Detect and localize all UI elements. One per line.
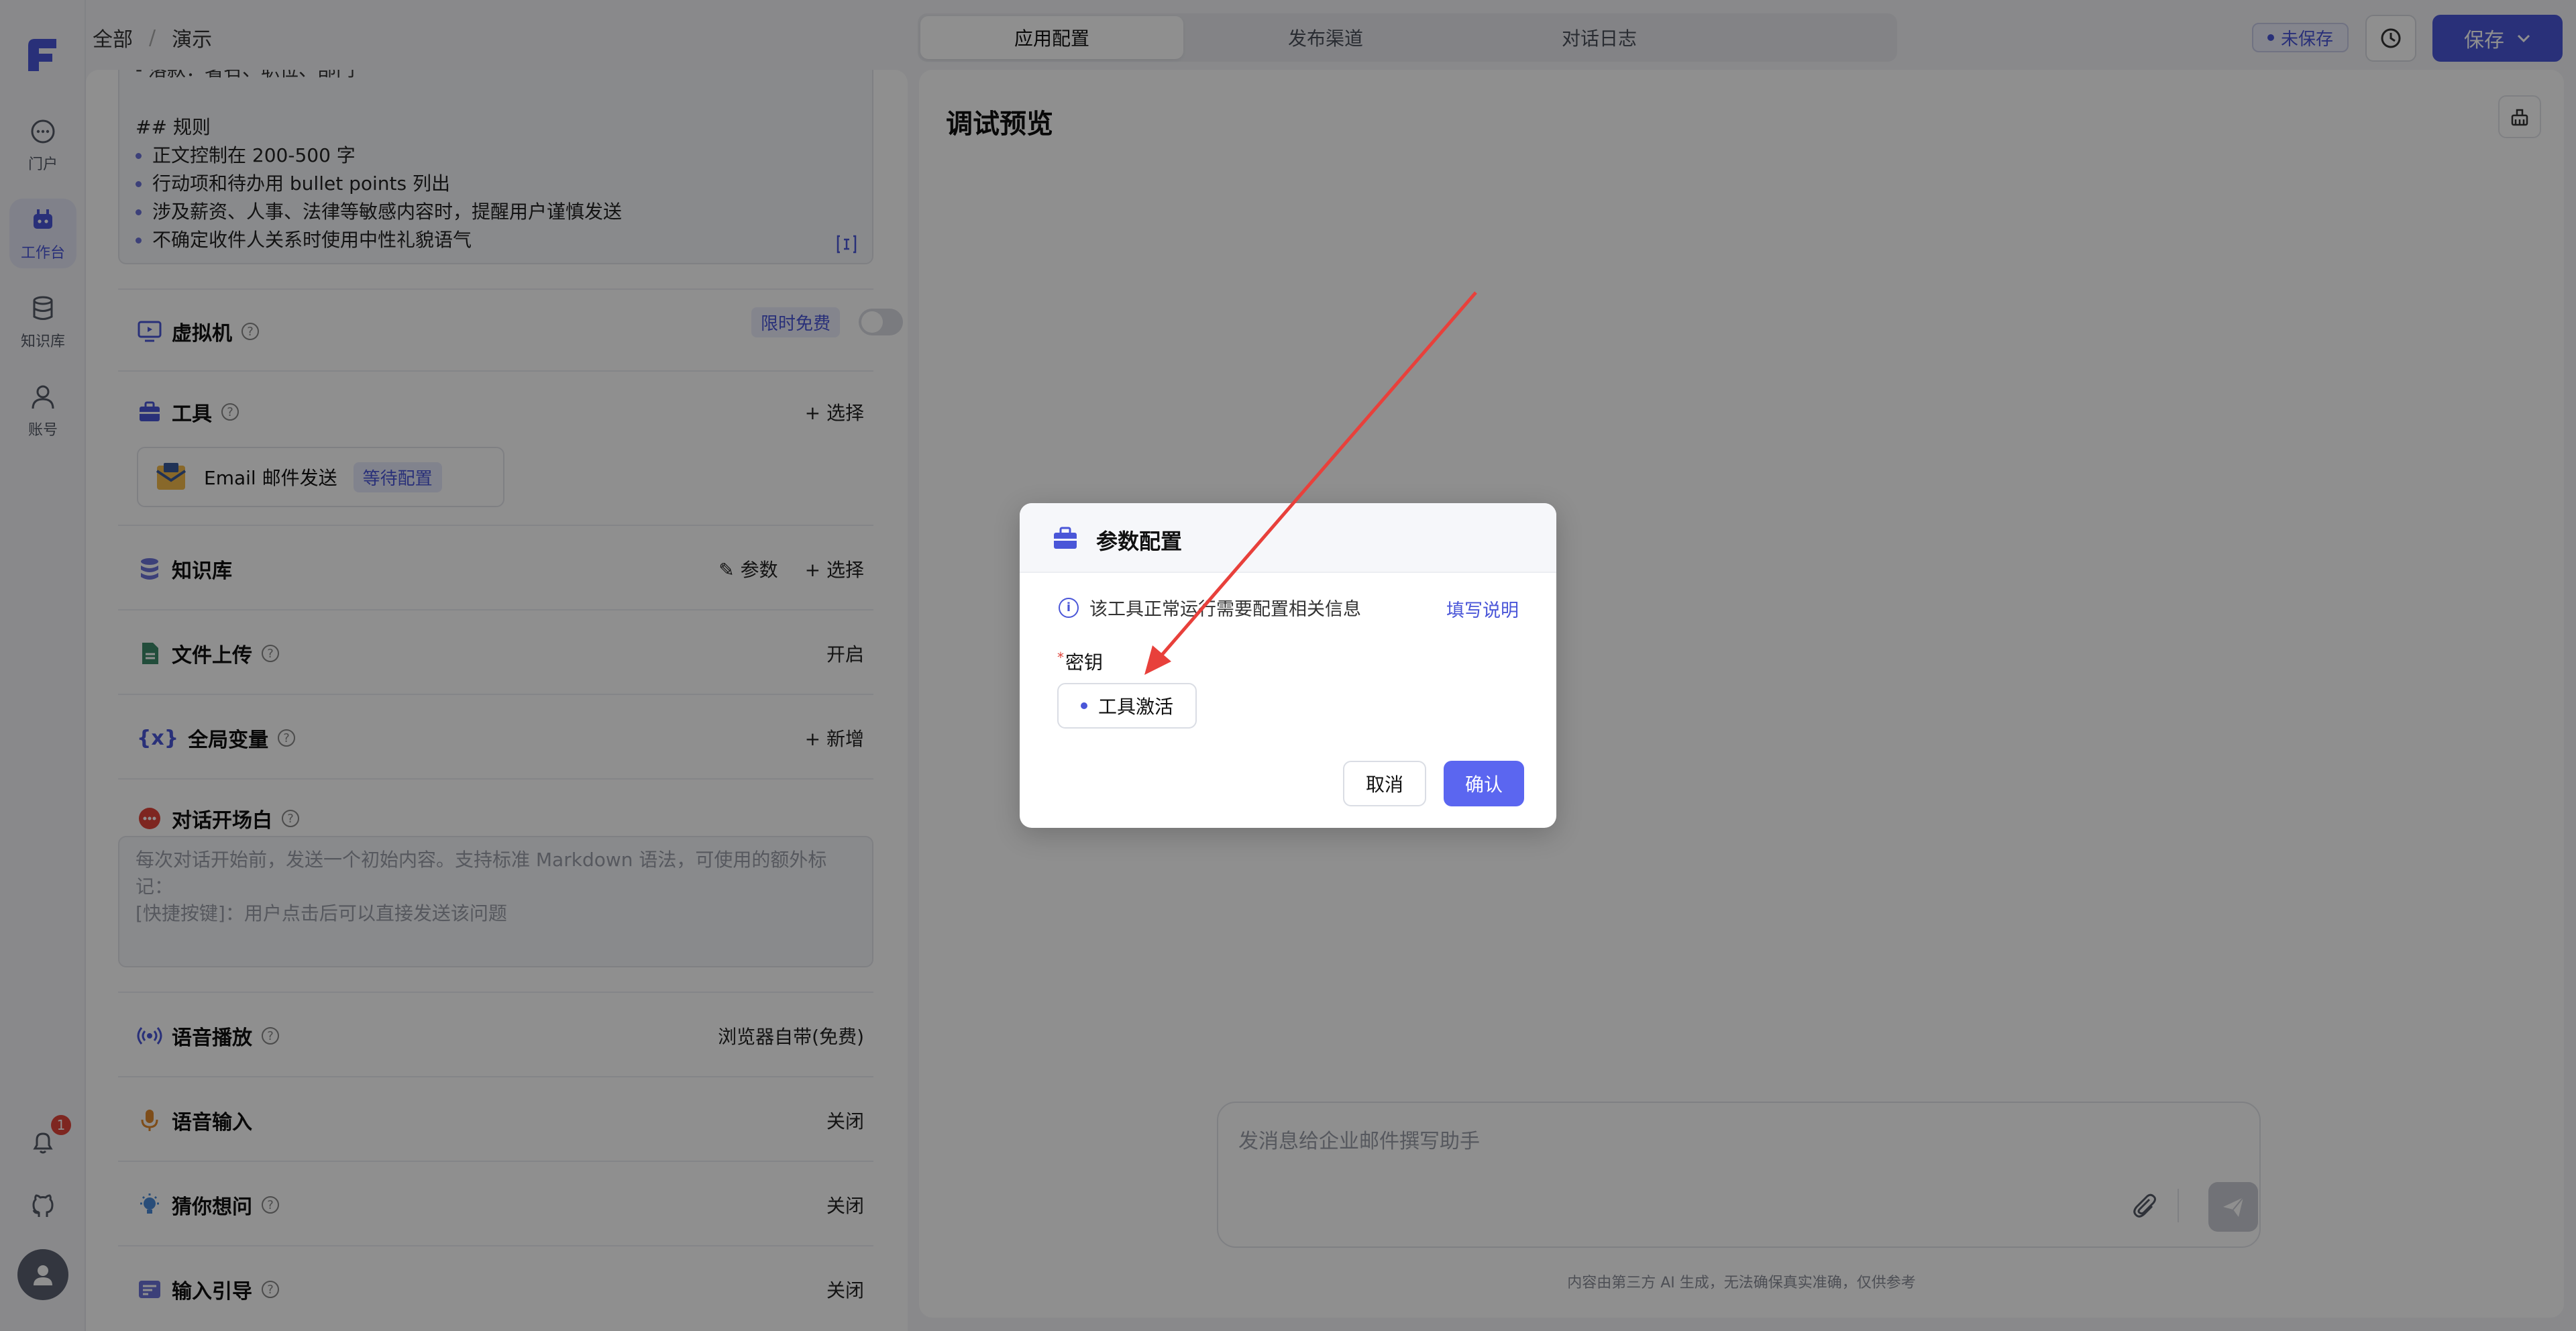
chip-dot — [1080, 702, 1087, 709]
fill-guide-link[interactable]: 填写说明 — [1446, 596, 1519, 622]
secret-key-label-text: 密钥 — [1065, 651, 1104, 674]
secret-key-label: *密钥 — [1057, 648, 1103, 675]
toolbox-icon — [1054, 527, 1077, 549]
param-config-modal: 参数配置 i 该工具正常运行需要配置相关信息 填写说明 *密钥 工具激活 取消 … — [1020, 503, 1556, 828]
required-marker: * — [1057, 649, 1064, 666]
modal-header: 参数配置 — [1020, 503, 1556, 573]
modal-info-text: 该工具正常运行需要配置相关信息 — [1089, 599, 1361, 620]
confirm-button[interactable]: 确认 — [1444, 761, 1524, 806]
cancel-button[interactable]: 取消 — [1343, 761, 1426, 806]
tool-activate-label: 工具激活 — [1097, 696, 1173, 718]
modal-title: 参数配置 — [1096, 529, 1183, 554]
info-icon: i — [1059, 597, 1079, 618]
tool-activate-button[interactable]: 工具激活 — [1057, 683, 1197, 729]
modal-info: i 该工具正常运行需要配置相关信息 — [1059, 594, 1361, 621]
